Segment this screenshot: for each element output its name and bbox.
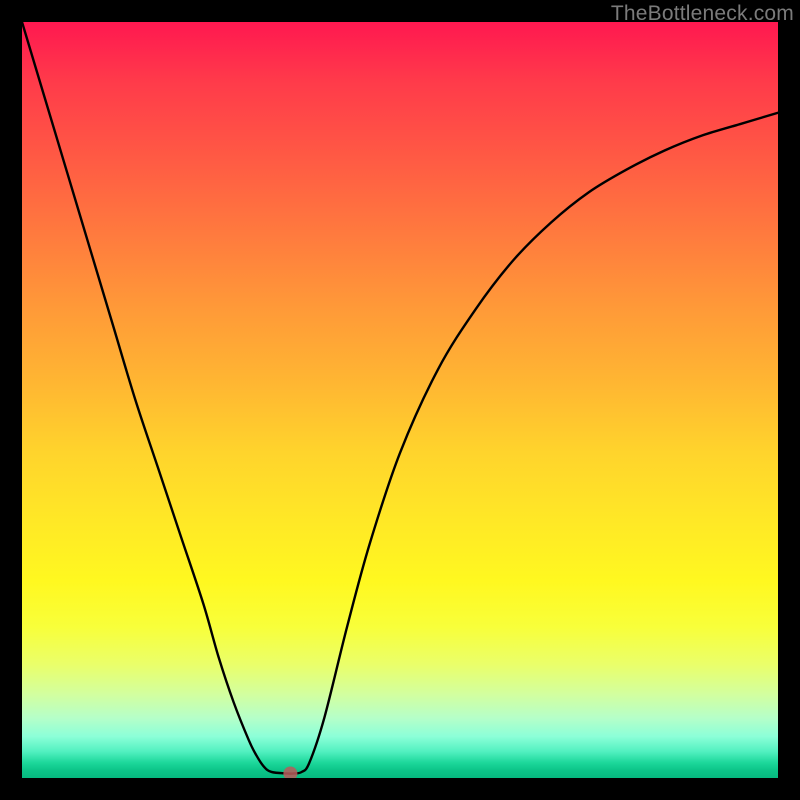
curve-path [22,22,778,774]
chart-frame: TheBottleneck.com [0,0,800,800]
bottleneck-curve [22,22,778,778]
watermark-text: TheBottleneck.com [611,2,794,26]
minimum-marker [283,766,297,778]
plot-area [22,22,778,778]
